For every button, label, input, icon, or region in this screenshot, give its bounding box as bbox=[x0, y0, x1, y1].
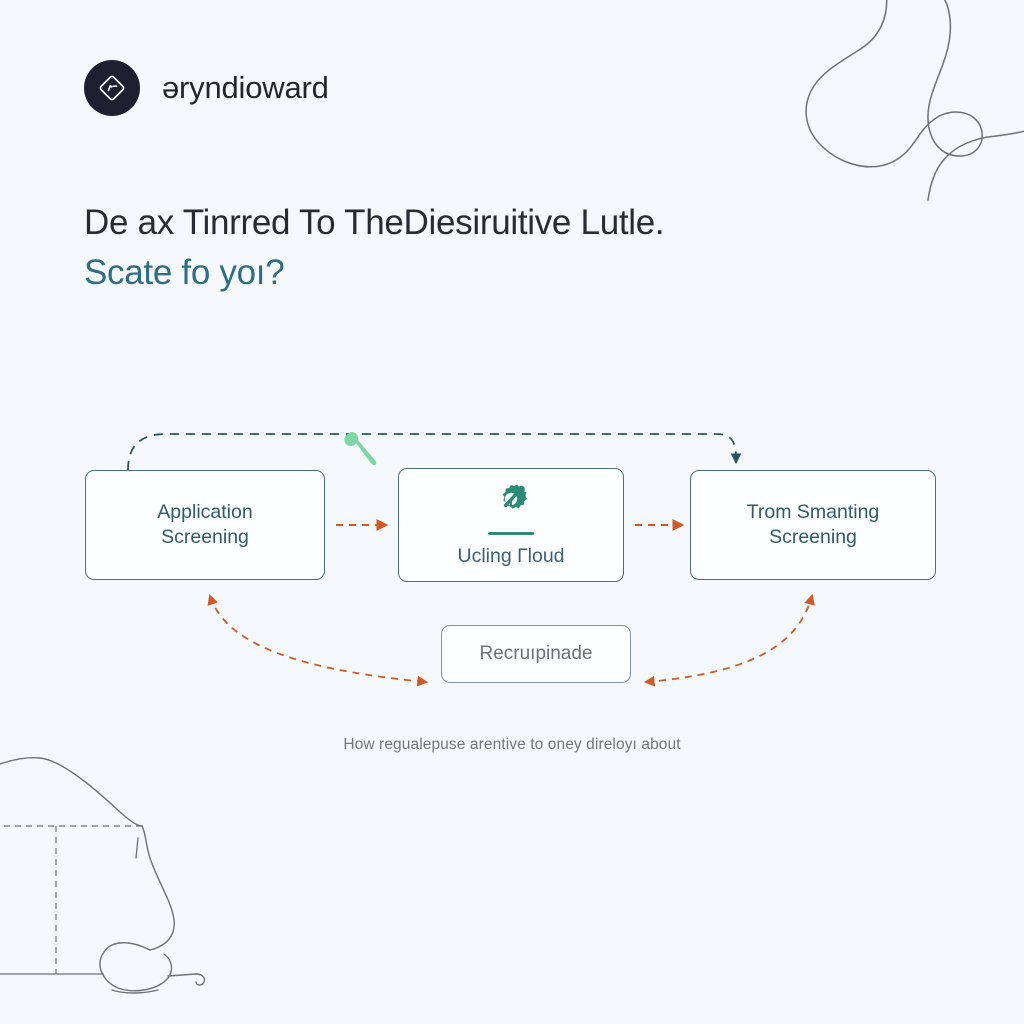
decor-bottomleft-line-art bbox=[0, 757, 206, 994]
hero-text: De ax Tinrred To TheDiesiruitive Lutle. … bbox=[84, 200, 784, 296]
node-label: Recruıpinade bbox=[479, 642, 593, 664]
node-application-screening[interactable]: Application Screening bbox=[85, 470, 325, 580]
diagram-connectors bbox=[127, 433, 815, 687]
node-label: Trom Smanting Screening bbox=[746, 500, 880, 548]
node-divider bbox=[488, 531, 534, 536]
brand-name: əryndioward bbox=[162, 70, 329, 105]
decor-topright-line-art bbox=[805, 0, 1024, 201]
node-label: Application Screening bbox=[157, 500, 253, 548]
brand: əryndioward bbox=[84, 60, 329, 116]
process-diagram: Application Screening Ucling Гloud Trom … bbox=[0, 410, 1024, 770]
gear-wrench-icon bbox=[492, 481, 530, 524]
wrench-icon bbox=[344, 432, 377, 466]
node-label: Ucling Гloud bbox=[457, 545, 565, 568]
node-recruipinade[interactable]: Recruıpinade bbox=[441, 625, 631, 683]
page-subtitle: Scate fo yoı? bbox=[84, 253, 285, 293]
node-ucling-cloud[interactable]: Ucling Гloud bbox=[398, 468, 624, 582]
brand-logo-icon bbox=[84, 60, 140, 116]
node-trom-smanting-screening[interactable]: Trom Smanting Screening bbox=[690, 470, 936, 580]
page-title: De ax Tinrred To TheDiesiruitive Lutle. bbox=[84, 203, 665, 242]
diagram-caption: How regualepuse arentive to oney direloy… bbox=[343, 736, 681, 753]
